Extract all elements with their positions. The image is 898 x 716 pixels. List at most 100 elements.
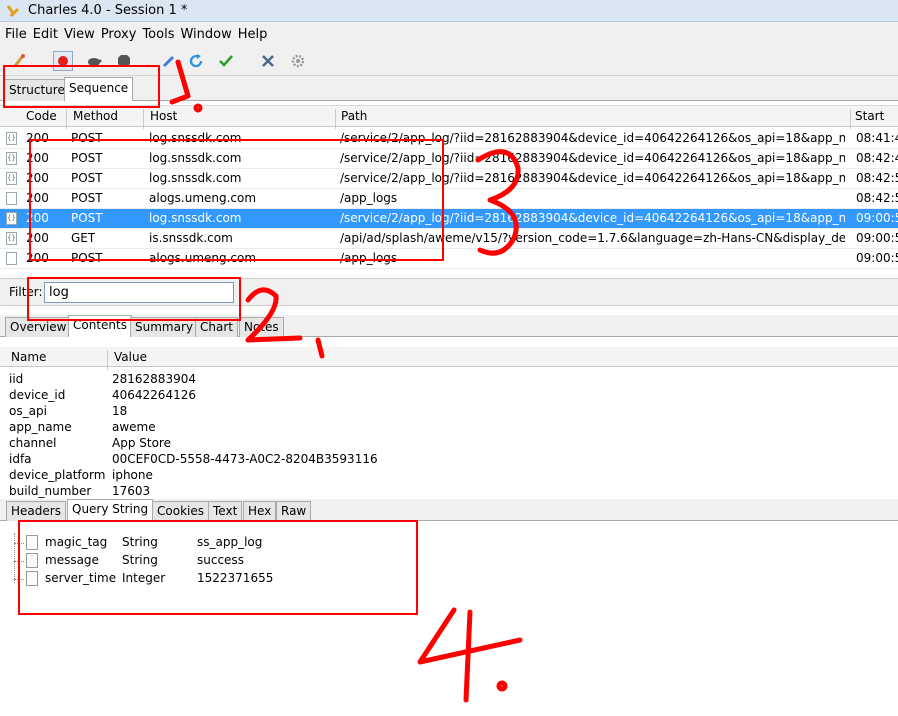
cell-start: 08:41:4 [856, 131, 898, 145]
menu-view[interactable]: View [62, 27, 97, 42]
cell-code: 200 [26, 151, 49, 165]
col-code[interactable]: Code [26, 109, 57, 123]
col-start[interactable]: Start [855, 109, 884, 123]
cell-method: GET [71, 231, 96, 245]
table-row[interactable]: {} 200 POST log.snssdk.com /service/2/ap… [0, 169, 898, 189]
cell-method: POST [71, 191, 103, 205]
menu-file[interactable]: File [3, 27, 29, 42]
cell-path: /service/2/app_log/?iid=28162883904&devi… [340, 151, 845, 165]
tab-notes[interactable]: Notes [239, 317, 284, 337]
tree-name: message [45, 553, 99, 567]
menu-proxy[interactable]: Proxy [99, 27, 139, 42]
cell-host: is.snssdk.com [149, 231, 233, 245]
gear-icon[interactable] [288, 51, 308, 71]
table-row[interactable]: 200 POST alogs.umeng.com /app_logs 08:42… [0, 189, 898, 209]
turtle-icon[interactable] [84, 51, 104, 71]
tree-item[interactable]: server_time Integer 1522371655 [0, 570, 500, 588]
tab-raw[interactable]: Raw [276, 501, 312, 521]
tab-contents[interactable]: Contents [68, 315, 132, 337]
table-row-selected[interactable]: {} 200 POST log.snssdk.com /service/2/ap… [0, 209, 898, 229]
kv-row[interactable]: device_id 40642264126 [0, 387, 898, 403]
cell-code: 200 [26, 211, 49, 225]
detail-tabs: Overview Contents Summary Chart Notes [0, 315, 898, 337]
kv-value: 17603 [112, 484, 151, 498]
menu-tools[interactable]: Tools [140, 27, 176, 42]
window-title: Charles 4.0 - Session 1 * [28, 3, 188, 18]
tab-hex[interactable]: Hex [243, 501, 277, 521]
kv-header: Name Value [0, 347, 898, 370]
pen-icon[interactable] [159, 51, 179, 71]
record-icon[interactable] [53, 51, 73, 71]
request-icon: {} [6, 212, 17, 225]
tab-cookies[interactable]: Cookies [152, 501, 209, 521]
kv-value: 40642264126 [112, 388, 196, 402]
request-grid: Code Method Host Path Start {} 200 POST … [0, 101, 898, 271]
cell-path: /app_logs [340, 191, 398, 205]
table-row[interactable]: 200 POST alogs.umeng.com /app_logs 09:00… [0, 249, 898, 269]
kv-row[interactable]: os_api 18 [0, 403, 898, 419]
filter-label: Filter: [9, 285, 43, 299]
tree-value: ss_app_log [197, 535, 263, 549]
request-icon: {} [6, 152, 17, 165]
kv-name: os_api [9, 404, 47, 418]
query-tree: magic_tag String ss_app_log message Stri… [0, 521, 898, 716]
cell-host: alogs.umeng.com [149, 191, 257, 205]
kv-name: iid [9, 372, 24, 386]
kv-row[interactable]: device_platform iphone [0, 467, 898, 483]
cell-method: POST [71, 211, 103, 225]
filter-input[interactable] [44, 282, 234, 303]
tree-type: String [122, 535, 158, 549]
kv-value: iphone [112, 468, 153, 482]
cell-method: POST [71, 131, 103, 145]
menu-edit[interactable]: Edit [31, 27, 60, 42]
cell-code: 200 [26, 231, 49, 245]
tree-item[interactable]: magic_tag String ss_app_log [0, 534, 500, 552]
cell-host: alogs.umeng.com [149, 251, 257, 265]
tools-icon[interactable] [258, 51, 278, 71]
cell-code: 200 [26, 191, 49, 205]
cell-code: 200 [26, 131, 49, 145]
cell-method: POST [71, 151, 103, 165]
cell-host: log.snssdk.com [149, 171, 242, 185]
cell-code: 200 [26, 251, 49, 265]
cell-start: 09:00:5 [856, 211, 898, 225]
col-name[interactable]: Name [11, 350, 46, 364]
tab-overview[interactable]: Overview [5, 317, 72, 337]
file-icon [26, 571, 38, 586]
check-icon[interactable] [216, 51, 236, 71]
tab-sequence[interactable]: Sequence [64, 77, 134, 102]
kv-name: channel [9, 436, 57, 450]
col-method[interactable]: Method [73, 109, 118, 123]
cell-path: /app_logs [340, 251, 398, 265]
kv-row[interactable]: app_name aweme [0, 419, 898, 435]
refresh-icon[interactable] [186, 51, 206, 71]
table-row[interactable]: {} 200 GET is.snssdk.com /api/ad/splash/… [0, 229, 898, 249]
kv-row[interactable]: idfa 00CEF0CD-5558-4473-A0C2-8204B3593116 [0, 451, 898, 467]
tab-summary[interactable]: Summary [130, 317, 198, 337]
tab-structure[interactable]: Structure [4, 79, 70, 101]
kv-row[interactable]: iid 28162883904 [0, 371, 898, 387]
stop-icon[interactable] [114, 51, 134, 71]
request-icon: {} [6, 132, 17, 145]
kv-row[interactable]: channel App Store [0, 435, 898, 451]
tree-item[interactable]: message String success [0, 552, 500, 570]
tab-query-string[interactable]: Query String [67, 499, 154, 521]
kv-name: device_id [9, 388, 66, 402]
kv-value: 18 [112, 404, 128, 418]
tab-chart[interactable]: Chart [195, 317, 238, 337]
table-row[interactable]: {} 200 POST log.snssdk.com /service/2/ap… [0, 129, 898, 149]
cell-method: POST [71, 171, 103, 185]
kv-row[interactable]: build_number 17603 [0, 483, 898, 499]
col-value[interactable]: Value [114, 350, 147, 364]
table-row[interactable]: {} 200 POST log.snssdk.com /service/2/ap… [0, 149, 898, 169]
menu-help[interactable]: Help [236, 27, 270, 42]
request-icon [6, 192, 17, 205]
tab-headers[interactable]: Headers [6, 501, 66, 521]
menu-window[interactable]: Window [178, 27, 233, 42]
filter-bar: Filter: [0, 278, 898, 306]
cell-host: log.snssdk.com [149, 131, 242, 145]
broom-icon[interactable] [10, 51, 30, 71]
col-host[interactable]: Host [150, 109, 177, 123]
col-path[interactable]: Path [341, 109, 367, 123]
tab-text[interactable]: Text [208, 501, 243, 521]
